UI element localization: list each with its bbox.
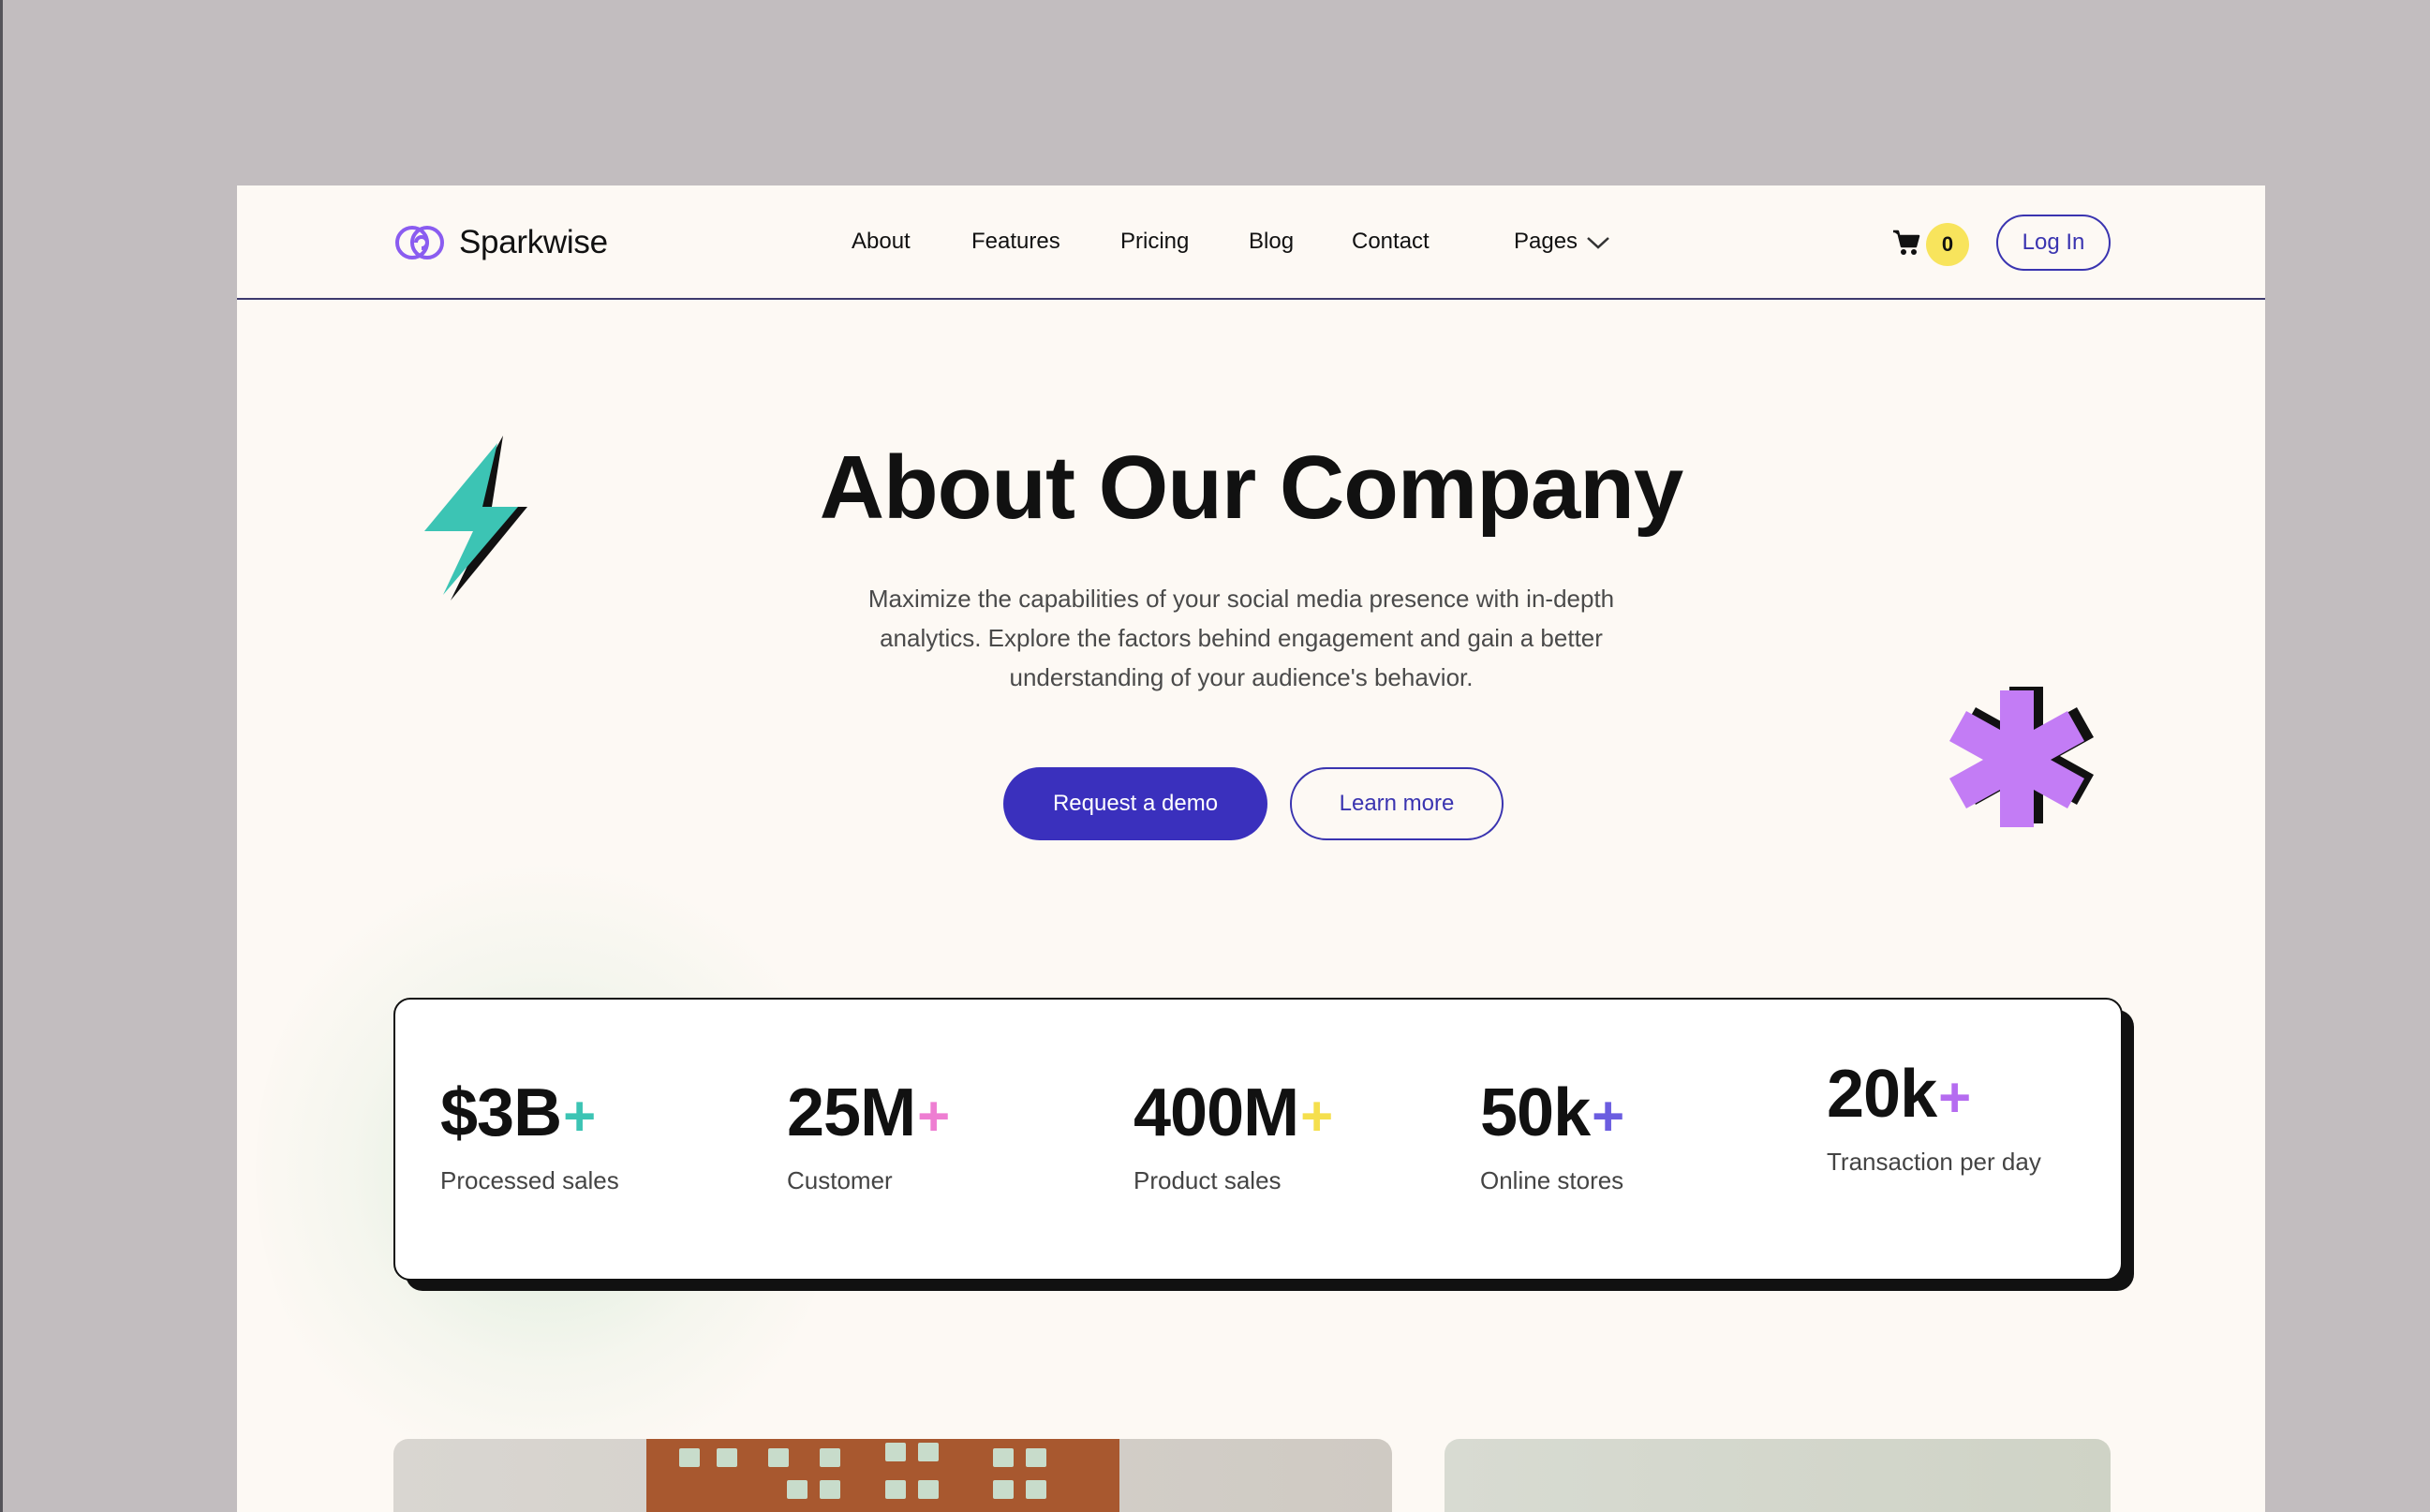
sticky-note	[787, 1480, 808, 1499]
stat-label: Online stores	[1480, 1166, 1624, 1194]
sticky-note	[1026, 1480, 1046, 1499]
stat-plus: +	[563, 1085, 597, 1148]
cart-icon	[1893, 230, 1920, 255]
top-navigation: Sparkwise About Features Pricing Blog Co…	[237, 185, 2265, 300]
cart-button[interactable]: 0	[1892, 223, 1969, 266]
stat-value: 50k	[1480, 1075, 1591, 1150]
sticky-note	[768, 1448, 789, 1467]
sticky-note	[885, 1480, 906, 1499]
stat-plus: +	[917, 1085, 951, 1148]
nav-pages-dropdown[interactable]: Pages	[1514, 223, 1611, 260]
stat-plus: +	[1938, 1066, 1972, 1129]
stat-item: 25M+ Customer	[787, 1075, 950, 1200]
sticky-note	[717, 1448, 737, 1467]
nav-about[interactable]: About	[852, 223, 911, 260]
stat-label: Transaction per day	[1827, 1148, 2041, 1176]
stat-item: 50k+ Online stores	[1480, 1075, 1624, 1200]
sticky-note	[918, 1443, 939, 1461]
stat-plus: +	[1300, 1085, 1334, 1148]
cart-count-badge: 0	[1926, 223, 1969, 266]
stat-label: Customer	[787, 1166, 893, 1194]
sticky-note	[918, 1480, 939, 1499]
page-title: About Our Company	[819, 437, 1684, 538]
chevron-down-icon	[1587, 236, 1609, 249]
learn-more-button[interactable]: Learn more	[1290, 767, 1504, 840]
login-button[interactable]: Log In	[1996, 215, 2111, 271]
stat-value: 400M	[1134, 1075, 1299, 1150]
hero-subtitle-line: understanding of your audience's behavio…	[1009, 663, 1474, 691]
hero-subtitle-line: Maximize the capabilities of your social…	[867, 585, 1615, 613]
nav-pages-label: Pages	[1514, 229, 1578, 254]
office-photo	[393, 1439, 1392, 1512]
sticky-note	[885, 1443, 906, 1461]
stat-value: 25M	[787, 1075, 916, 1150]
sticky-note	[820, 1480, 840, 1499]
corkboard-image	[646, 1439, 1119, 1512]
stat-plus: +	[1592, 1085, 1625, 1148]
nav-blog[interactable]: Blog	[1249, 223, 1294, 260]
sticky-note	[993, 1480, 1014, 1499]
stat-item: $3B+ Processed sales	[440, 1075, 619, 1200]
asterisk-icon	[1949, 687, 2094, 827]
stat-item: 400M+ Product sales	[1134, 1075, 1333, 1200]
sticky-note	[679, 1448, 700, 1467]
window-edge	[0, 0, 3, 1512]
nav-features[interactable]: Features	[971, 223, 1060, 260]
hero-subtitle: Maximize the capabilities of your social…	[810, 579, 1672, 697]
sticky-note	[820, 1448, 840, 1467]
stat-value: 20k	[1827, 1057, 1937, 1132]
stat-value: $3B	[440, 1075, 562, 1150]
nav-contact[interactable]: Contact	[1352, 223, 1430, 260]
stat-label: Processed sales	[440, 1166, 619, 1194]
sticky-note	[1026, 1448, 1046, 1467]
sticky-note	[993, 1448, 1014, 1467]
request-demo-button[interactable]: Request a demo	[1003, 767, 1267, 840]
hero-subtitle-line: analytics. Explore the factors behind en…	[880, 624, 1603, 652]
nav-pricing[interactable]: Pricing	[1120, 223, 1189, 260]
stat-label: Product sales	[1134, 1166, 1282, 1194]
stats-card: $3B+ Processed sales 25M+ Customer 400M+…	[393, 998, 2123, 1281]
webpage: Sparkwise About Features Pricing Blog Co…	[237, 185, 2265, 1512]
workspace-photo	[1445, 1439, 2111, 1512]
stat-item: 20k+ Transaction per day	[1827, 1056, 2042, 1181]
